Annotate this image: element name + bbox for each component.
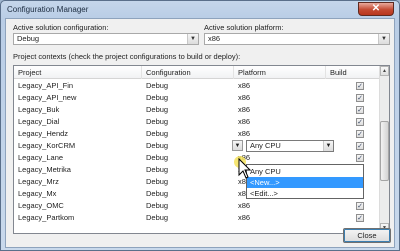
platform-select-value: Any CPU	[250, 141, 281, 150]
dropdown-option-new[interactable]: <New...>	[247, 177, 363, 188]
window-title: Configuration Manager	[7, 5, 89, 14]
platform-cell[interactable]: x86	[234, 212, 326, 224]
project-name-cell: Legacy_KorCRM	[18, 141, 76, 150]
scroll-up-icon[interactable]: ▲	[380, 66, 389, 76]
platform-cell[interactable]: x86	[234, 92, 326, 104]
build-checkbox[interactable]: ✓	[356, 118, 364, 126]
configuration-cell[interactable]: Debug	[142, 164, 230, 176]
solution-configuration-value: Debug	[17, 34, 40, 43]
table-row[interactable]: Legacy_API_new Debug x86 ✓	[14, 92, 380, 104]
table-row[interactable]: Legacy_Partkom Debug x86 ✓	[14, 212, 380, 224]
build-checkbox[interactable]: ✓	[356, 142, 364, 150]
platform-cell[interactable]: x86	[234, 80, 326, 92]
project-name-cell: Legacy_Dial	[18, 117, 60, 126]
project-name-cell: Legacy_Hendz	[18, 129, 69, 138]
table-row[interactable]: Legacy_API_Fin Debug x86 ✓	[14, 80, 380, 92]
configuration-cell[interactable]: Debug	[142, 140, 230, 152]
solution-configuration-select[interactable]: Debug ▼	[13, 33, 199, 45]
dialog-body: Active solution configuration: Debug ▼ A…	[5, 18, 395, 248]
mouse-cursor-icon	[234, 156, 252, 179]
configuration-cell[interactable]: Debug	[142, 80, 230, 92]
project-name-cell: Legacy_Lane	[18, 153, 64, 162]
column-header-configuration[interactable]: Configuration	[142, 66, 234, 79]
table-row[interactable]: Legacy_Hendz Debug x86 ✓	[14, 128, 380, 140]
project-name-cell: Legacy_API_new	[18, 93, 77, 102]
build-checkbox[interactable]: ✓	[356, 130, 364, 138]
configuration-cell[interactable]: Debug	[142, 188, 230, 200]
project-name-cell: Legacy_OMC	[18, 201, 64, 210]
configuration-manager-window: Configuration Manager ✕ Active solution …	[0, 0, 400, 251]
project-contexts-label: Project contexts (check the project conf…	[13, 52, 241, 61]
configuration-cell[interactable]: Debug	[142, 116, 230, 128]
project-name-cell: Legacy_Mrz	[18, 177, 59, 186]
column-header-build[interactable]: Build	[326, 66, 380, 79]
build-checkbox[interactable]: ✓	[356, 202, 364, 210]
title-bar: Configuration Manager ✕	[1, 1, 399, 18]
close-button[interactable]: Close	[343, 228, 391, 243]
configuration-cell[interactable]: Debug	[142, 176, 230, 188]
column-header-project[interactable]: Project	[14, 66, 142, 79]
project-name-cell: Legacy_Metrika	[18, 165, 71, 174]
column-header-platform[interactable]: Platform	[234, 66, 326, 79]
scrollbar-thumb[interactable]	[380, 121, 389, 181]
configuration-cell[interactable]: Debug	[142, 104, 230, 116]
build-checkbox[interactable]: ✓	[356, 82, 364, 90]
platform-cell[interactable]: x86	[234, 200, 326, 212]
table-row[interactable]: Legacy_KorCRM Debug ▼ Any CPU ▼ ✓	[14, 140, 380, 152]
solution-configuration-label: Active solution configuration:	[13, 23, 109, 32]
project-name-cell: Legacy_Buk	[18, 105, 60, 114]
table-row[interactable]: Legacy_Buk Debug x86 ✓	[14, 104, 380, 116]
configuration-cell[interactable]: Debug	[142, 92, 230, 104]
chevron-down-icon[interactable]: ▼	[323, 141, 333, 151]
vertical-scrollbar[interactable]: ▲ ▼	[379, 66, 389, 233]
solution-platform-value: x86	[208, 34, 221, 43]
configuration-cell[interactable]: Debug	[142, 200, 230, 212]
project-name-cell: Legacy_Mx	[18, 189, 57, 198]
chevron-down-icon[interactable]: ▼	[378, 34, 389, 44]
platform-cell[interactable]: x86	[234, 128, 326, 140]
table-row[interactable]: Legacy_OMC Debug x86 ✓	[14, 200, 380, 212]
solution-platform-select[interactable]: x86 ▼	[204, 33, 390, 45]
platform-dropdown-list: Any CPU <New...> <Edit...>	[246, 164, 364, 199]
solution-platform-label: Active solution platform:	[204, 23, 284, 32]
build-checkbox[interactable]: ✓	[356, 154, 364, 162]
dropdown-option-edit[interactable]: <Edit...>	[247, 188, 363, 199]
table-row[interactable]: Legacy_Lane Debug x86 ✓	[14, 152, 380, 164]
platform-select[interactable]: Any CPU ▼	[246, 140, 334, 152]
build-checkbox[interactable]: ✓	[356, 214, 364, 222]
build-checkbox[interactable]: ✓	[356, 94, 364, 102]
configuration-cell[interactable]: Debug	[142, 128, 230, 140]
platform-cell[interactable]: x86	[234, 116, 326, 128]
window-close-icon[interactable]: ✕	[358, 2, 394, 16]
configuration-cell[interactable]: Debug	[142, 212, 230, 224]
project-contexts-grid: Project Configuration Platform Build Leg…	[13, 65, 390, 234]
grid-header: Project Configuration Platform Build	[14, 66, 380, 79]
table-row[interactable]: Legacy_Dial Debug x86 ✓	[14, 116, 380, 128]
platform-cell[interactable]: x86	[234, 104, 326, 116]
project-name-cell: Legacy_Partkom	[18, 213, 75, 222]
project-name-cell: Legacy_API_Fin	[18, 81, 74, 90]
configuration-dropdown-icon[interactable]: ▼	[232, 140, 243, 151]
dropdown-option-any-cpu[interactable]: Any CPU	[247, 166, 363, 177]
chevron-down-icon[interactable]: ▼	[187, 34, 198, 44]
build-checkbox[interactable]: ✓	[356, 106, 364, 114]
configuration-cell[interactable]: Debug	[142, 152, 230, 164]
